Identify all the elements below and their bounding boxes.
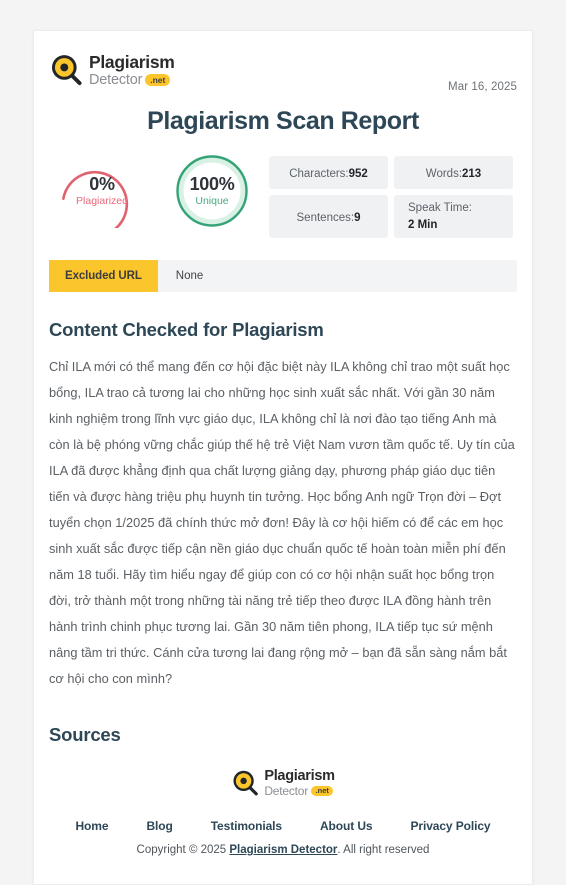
stat-value-characters: 952: [348, 167, 368, 180]
gauge-plagiarized-text: 0% Plagiarized: [53, 154, 151, 228]
footer-brand-logo[interactable]: Plagiarism Detector .net: [231, 768, 335, 797]
footer-link-testimonials[interactable]: Testimonials: [211, 819, 282, 833]
footer-logo-word-plagiarism: Plagiarism: [264, 768, 335, 785]
footer-logo-wrap: Plagiarism Detector .net: [49, 768, 517, 797]
gauge-unique: 100% Unique: [163, 154, 261, 228]
footer-logo-wordmark: Plagiarism Detector .net: [264, 768, 335, 797]
stat-value-speak-time: 2 Min: [408, 218, 438, 231]
logo-badge-net: .net: [145, 74, 171, 86]
stat-label-sentences: Sentences:: [296, 211, 355, 224]
content-body-text: Chỉ ILA mới có thể mang đến cơ hội đặc b…: [49, 359, 515, 687]
excluded-url-tag: Excluded URL: [49, 260, 158, 293]
logo-wordmark: Plagiarism Detector .net: [89, 53, 175, 87]
magnifier-logo-icon: [49, 53, 83, 87]
stat-box-speak-time: Speak Time: 2 Min: [394, 195, 513, 239]
stat-box-sentences: Sentences:9: [269, 195, 388, 239]
stat-box-words: Words:213: [394, 156, 513, 189]
gauge-plagiarized-label: Plagiarized: [76, 194, 128, 207]
gauge-unique-value: 100%: [189, 173, 235, 194]
excluded-url-row: Excluded URL None: [49, 260, 517, 293]
report-footer: Plagiarism Detector .net Home Blog Testi…: [49, 768, 517, 870]
stat-label-speak-time: Speak Time:: [408, 202, 472, 214]
gauge-group: 0% Plagiarized 100% Unique: [53, 154, 261, 228]
gauge-unique-text: 100% Unique: [163, 154, 261, 228]
stat-value-sentences: 9: [354, 211, 361, 224]
report-date: Mar 16, 2025: [448, 81, 517, 93]
gauge-plagiarized-value: 0%: [89, 173, 115, 194]
footer-copyright: Copyright © 2025 Plagiarism Detector. Al…: [49, 844, 517, 856]
footer-copyright-suffix: . All right reserved: [337, 843, 430, 856]
footer-link-about-us[interactable]: About Us: [320, 819, 373, 833]
logo-word-bottom-row: Detector .net: [89, 71, 175, 88]
stat-grid: Characters:952 Words:213 Sentences:9 Spe…: [269, 156, 513, 239]
content-heading: Content Checked for Plagiarism: [49, 319, 324, 341]
summary-row: 0% Plagiarized 100% Unique Characters:95…: [49, 154, 517, 239]
logo-word-detector: Detector: [89, 71, 143, 88]
footer-nav: Home Blog Testimonials About Us Privacy …: [49, 819, 517, 833]
footer-link-privacy-policy[interactable]: Privacy Policy: [411, 819, 491, 833]
footer-link-blog[interactable]: Blog: [146, 819, 172, 833]
page-title: Plagiarism Scan Report: [147, 107, 419, 135]
footer-logo-bottom-row: Detector .net: [264, 785, 334, 797]
stat-box-characters: Characters:952: [269, 156, 388, 189]
gauge-unique-label: Unique: [195, 194, 229, 207]
footer-copyright-prefix: Copyright © 2025: [136, 843, 230, 856]
stat-label-characters: Characters:: [289, 167, 349, 180]
brand-logo[interactable]: Plagiarism Detector .net: [49, 53, 175, 87]
stat-label-words: Words:: [425, 167, 463, 180]
gauge-plagiarized: 0% Plagiarized: [53, 154, 151, 228]
excluded-url-value: None: [175, 270, 204, 283]
report-card: Plagiarism Detector .net Mar 16, 2025 Pl…: [33, 30, 533, 885]
footer-link-home[interactable]: Home: [75, 819, 108, 833]
footer-copyright-brand-link[interactable]: Plagiarism Detector: [229, 844, 337, 856]
stat-value-words: 213: [462, 167, 482, 180]
logo-word-plagiarism: Plagiarism: [89, 52, 175, 72]
magnifier-logo-icon: [231, 769, 259, 797]
page-background: Plagiarism Detector .net Mar 16, 2025 Pl…: [0, 0, 566, 885]
footer-logo-badge-net: .net: [311, 785, 334, 797]
footer-logo-word-detector: Detector: [264, 783, 309, 798]
report-header: Plagiarism Detector .net Mar 16, 2025: [49, 49, 517, 93]
sources-heading: Sources: [49, 724, 121, 746]
